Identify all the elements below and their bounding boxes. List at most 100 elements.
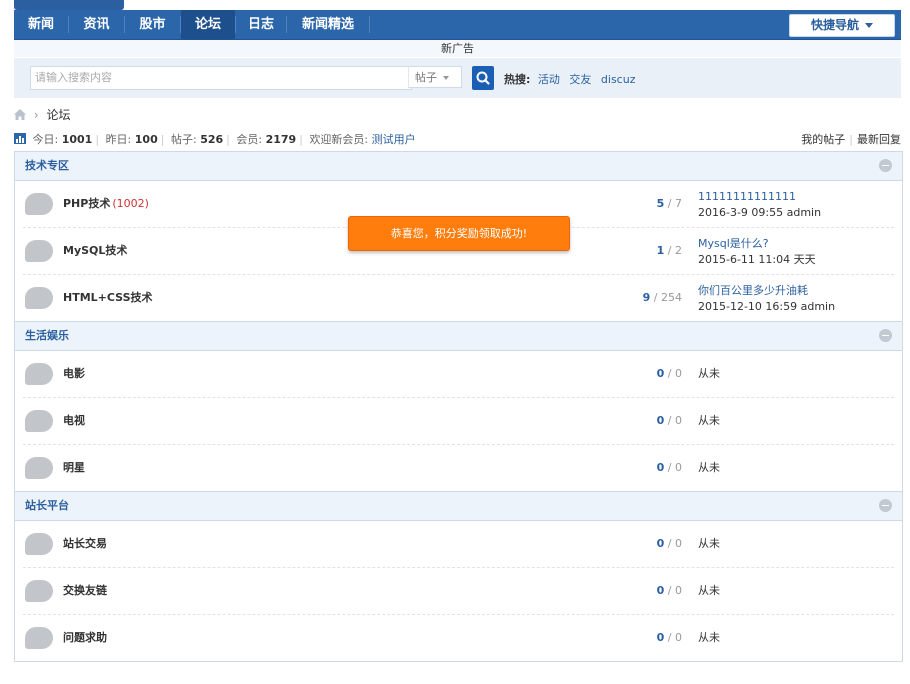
search-input[interactable]: 请输入搜索内容 <box>30 66 412 90</box>
search-type-select[interactable]: 帖子 <box>408 66 462 88</box>
stats-divider: | <box>299 133 303 146</box>
last-post-meta: 2015-12-10 16:59 admin <box>698 300 836 313</box>
forum-no-posts: 从未 <box>698 537 720 550</box>
forum-counts: 0 / 0 <box>656 414 682 427</box>
forum-row: 交换友链 0 / 0 从未 <box>23 568 894 615</box>
forum-row: 电影 0 / 0 从未 <box>23 351 894 398</box>
stats-welcome-label: 欢迎新会员: <box>309 133 369 146</box>
category-header: 技术专区 <box>15 152 902 181</box>
quick-nav-button[interactable]: 快捷导航 <box>789 14 895 37</box>
forum-bubble-icon <box>25 533 53 555</box>
breadcrumb-current[interactable]: 论坛 <box>46 108 70 122</box>
category-header: 生活娱乐 <box>15 321 902 351</box>
collapse-icon[interactable] <box>879 499 892 512</box>
chevron-down-icon <box>865 23 873 28</box>
search-icon <box>476 71 490 85</box>
nav-item-info[interactable]: 资讯 <box>69 10 124 39</box>
stats-yesterday-label: 昨日: <box>105 133 132 146</box>
ad-banner[interactable]: 新广告 <box>14 40 901 57</box>
forum-no-posts: 从未 <box>698 631 720 644</box>
last-post-meta: 2015-6-11 11:04 天天 <box>698 253 816 266</box>
reward-toast: 恭喜您，积分奖励领取成功! <box>348 216 570 251</box>
forum-row: 问题求助 0 / 0 从未 <box>23 615 894 661</box>
search-type-label: 帖子 <box>415 71 437 84</box>
forum-name[interactable]: 明星 <box>63 445 85 491</box>
my-posts-link[interactable]: 我的帖子 <box>801 133 845 146</box>
stats-today-label: 今日: <box>32 133 59 146</box>
category-header: 站长平台 <box>15 491 902 521</box>
new-member-link[interactable]: 测试用户 <box>372 133 416 146</box>
forum-bubble-icon <box>25 410 53 432</box>
stats-yesterday-value: 100 <box>134 133 158 146</box>
collapse-icon[interactable] <box>879 159 892 172</box>
stats-divider: | <box>849 133 853 146</box>
last-post-link[interactable]: 11111111111111 <box>698 190 796 203</box>
forum-no-posts: 从未 <box>698 367 720 380</box>
nav-item-blog[interactable]: 日志 <box>236 10 286 39</box>
breadcrumb: › 论坛 <box>14 106 70 123</box>
forum-no-posts: 从未 <box>698 414 720 427</box>
forum-name[interactable]: 站长交易 <box>63 521 107 567</box>
last-post-meta: 2016-3-9 09:55 admin <box>698 206 822 219</box>
latest-replies-link[interactable]: 最新回复 <box>857 133 901 146</box>
forum-bubble-icon <box>25 240 53 262</box>
forum-name[interactable]: PHP技术 (1002) <box>63 181 149 227</box>
hot-search-label: 热搜: <box>504 73 531 86</box>
hot-search-link[interactable]: 交友 <box>569 73 591 86</box>
forum-counts: 0 / 0 <box>656 537 682 550</box>
last-post-link[interactable]: Mysql是什么? <box>698 237 769 250</box>
category-title[interactable]: 生活娱乐 <box>25 322 69 350</box>
forum-row: 电视 0 / 0 从未 <box>23 398 894 445</box>
forum-bubble-icon <box>25 627 53 649</box>
stats-divider: | <box>95 133 100 146</box>
category-title[interactable]: 站长平台 <box>25 492 69 520</box>
forum-no-posts: 从未 <box>698 461 720 474</box>
chevron-down-icon <box>443 76 449 80</box>
stats-posts-value: 526 <box>200 133 224 146</box>
nav-divider <box>369 16 370 33</box>
forum-no-posts: 从未 <box>698 584 720 597</box>
forum-stats: 今日: 1001 | 昨日: 100 | 帖子: 526 | 会员: 2179 | 欢迎… <box>14 131 416 147</box>
forum-name[interactable]: HTML+CSS技术 <box>63 275 153 321</box>
forum-bubble-icon <box>25 580 53 602</box>
forum-counts: 0 / 0 <box>656 461 682 474</box>
stats-divider: | <box>226 133 230 146</box>
nav-item-forum[interactable]: 论坛 <box>181 10 235 39</box>
search-bar: 请输入搜索内容 帖子 热搜: 活动 交友 discuz <box>14 58 901 98</box>
forum-today-count: (1002) <box>112 197 149 210</box>
forum-counts: 1 / 2 <box>656 244 682 257</box>
forum-name[interactable]: MySQL技术 <box>63 228 127 274</box>
stats-posts-label: 帖子: <box>170 133 197 146</box>
forum-bubble-icon <box>25 287 53 309</box>
site-logo[interactable] <box>14 0 124 10</box>
forum-counts: 5 / 7 <box>656 197 682 210</box>
hot-search-link[interactable]: 活动 <box>538 73 560 86</box>
nav-item-news[interactable]: 新闻 <box>14 10 68 39</box>
forum-counts: 9 / 254 <box>642 291 682 304</box>
forum-name[interactable]: 问题求助 <box>63 615 107 661</box>
nav-item-news-picks[interactable]: 新闻精选 <box>287 10 369 39</box>
forum-name[interactable]: 电影 <box>63 351 85 397</box>
forum-counts: 0 / 0 <box>656 584 682 597</box>
forum-bubble-icon <box>25 193 53 215</box>
quick-nav-label: 快捷导航 <box>810 18 859 32</box>
home-icon[interactable] <box>14 109 26 120</box>
nav-item-stocks[interactable]: 股市 <box>125 10 180 39</box>
last-post-link[interactable]: 你们百公里多少升油耗 <box>698 284 808 297</box>
stats-members-label: 会员: <box>236 133 263 146</box>
forum-last-post: Mysql是什么? 2015-6-11 11:04 天天 <box>698 236 816 268</box>
search-button[interactable] <box>472 66 494 90</box>
forum-last-post: 11111111111111 2016-3-9 09:55 admin <box>698 189 821 221</box>
forum-bubble-icon <box>25 363 53 385</box>
forum-row: 明星 0 / 0 从未 <box>23 445 894 491</box>
hot-searches: 热搜: 活动 交友 discuz <box>504 71 641 87</box>
forum-row: 站长交易 0 / 0 从未 <box>23 521 894 568</box>
stats-links: 我的帖子 | 最新回复 <box>801 131 901 147</box>
category-title[interactable]: 技术专区 <box>25 152 69 180</box>
forum-last-post: 你们百公里多少升油耗 2015-12-10 16:59 admin <box>698 283 835 315</box>
forum-name[interactable]: 交换友链 <box>63 568 107 614</box>
forum-counts: 0 / 0 <box>656 367 682 380</box>
collapse-icon[interactable] <box>879 329 892 342</box>
forum-name[interactable]: 电视 <box>63 398 85 444</box>
hot-search-link[interactable]: discuz <box>601 73 636 86</box>
